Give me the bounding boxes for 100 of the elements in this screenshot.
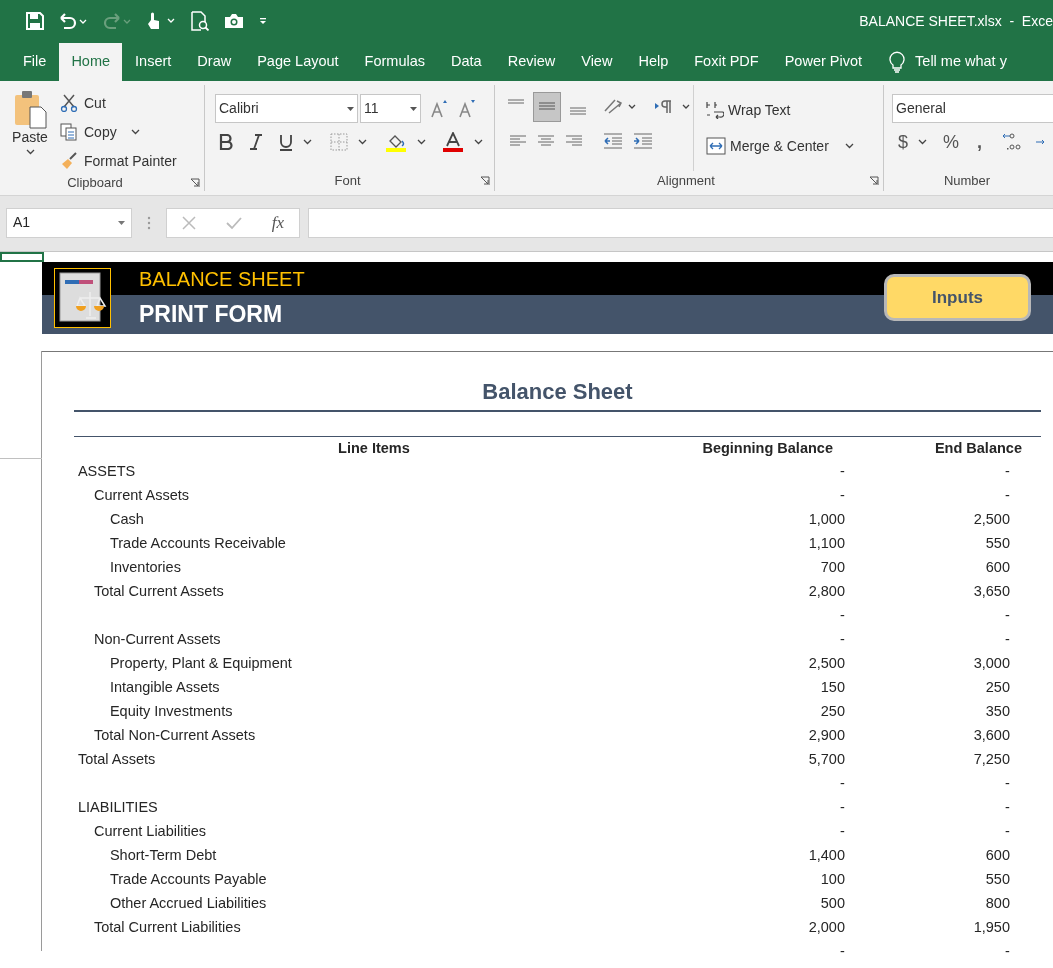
beginning-balance-cell-text: - <box>839 798 845 818</box>
end-balance-cell-text: 550 <box>984 534 1010 554</box>
beginning-balance-cell-text: 500 <box>819 894 845 914</box>
beginning-balance-cell-text: 2,800 <box>807 582 845 602</box>
group-label: Number <box>942 172 992 190</box>
bold-icon[interactable] <box>219 134 233 150</box>
selected-cell[interactable] <box>0 252 44 262</box>
line-item-label: Short-Term Debt <box>108 846 218 866</box>
caret-icon <box>844 143 854 149</box>
line-item-label: Current Assets <box>92 486 191 506</box>
customize-toolbar-icon[interactable] <box>258 16 268 26</box>
name-box[interactable]: A1 <box>6 207 132 238</box>
end-balance-cell-text: - <box>1004 606 1010 626</box>
end-balance-cell-text: 350 <box>984 702 1010 722</box>
font-size-dropdown[interactable]: 11 <box>360 94 421 123</box>
save-icon[interactable] <box>26 12 44 30</box>
ribbon-tab[interactable]: Draw <box>184 43 245 81</box>
inputs-button[interactable]: Inputs <box>884 274 1031 321</box>
wrap-text-button[interactable]: Wrap Text <box>706 97 854 123</box>
brush-icon <box>60 152 78 170</box>
currency-button[interactable]: $ <box>898 128 908 156</box>
cut-button[interactable]: Cut <box>60 91 177 115</box>
ribbon-tab[interactable]: Data <box>438 43 495 81</box>
check-icon[interactable] <box>225 215 242 230</box>
italic-icon[interactable] <box>249 134 263 150</box>
end-balance-cell-text: - <box>1004 462 1010 482</box>
number-format-dropdown[interactable]: General <box>892 94 1053 123</box>
beginning-balance-cell-text: 1,100 <box>807 534 845 554</box>
ribbon-tab[interactable]: Help <box>625 43 682 81</box>
beginning-balance-cell-text: 700 <box>819 558 845 578</box>
ribbon-tab[interactable]: View <box>568 43 626 81</box>
caret-icon[interactable] <box>417 139 426 145</box>
beginning-balance-cell-text: 1,400 <box>807 846 845 866</box>
banner-title: BALANCE SHEET <box>139 266 305 292</box>
line-item-label: Non-Current Assets <box>92 630 222 650</box>
font-color-icon[interactable] <box>442 132 464 152</box>
caret-icon[interactable] <box>474 139 483 145</box>
caret-icon <box>130 129 140 135</box>
beginning-balance-cell-text: - <box>839 462 845 482</box>
dialog-launcher-icon[interactable] <box>480 176 490 186</box>
merge-center-button[interactable]: Merge & Center <box>706 133 854 159</box>
resize-handle-icon[interactable] <box>146 214 152 231</box>
beginning-balance-cell-text: 100 <box>819 870 845 890</box>
line-item-label: Total Current Assets <box>92 582 225 602</box>
tell-me-field[interactable]: Tell me what y <box>915 51 1007 73</box>
window-title: BALANCE SHEET.xlsx - Exce <box>859 11 1053 31</box>
caret-icon[interactable] <box>303 139 312 145</box>
dialog-launcher-icon[interactable] <box>190 177 200 188</box>
ribbon-tab[interactable]: Insert <box>122 43 185 81</box>
caret-icon[interactable] <box>918 139 927 145</box>
touch-mode-icon[interactable] <box>146 11 176 31</box>
beginning-balance-cell-text: 2,500 <box>807 654 845 674</box>
beginning-balance-cell-text: 150 <box>819 678 845 698</box>
print-preview-icon[interactable] <box>190 11 210 31</box>
line-item-label: Intangible Assets <box>108 678 221 698</box>
line-item-label: Trade Accounts Receivable <box>108 534 287 554</box>
beginning-balance-cell-text: 1,000 <box>807 510 845 530</box>
ribbon-tab[interactable]: Formulas <box>351 43 439 81</box>
paste-icon <box>12 89 48 129</box>
copy-button[interactable]: Copy <box>60 120 177 144</box>
beginning-balance-cell-text: 250 <box>819 702 845 722</box>
decrease-indent-icon[interactable] <box>603 133 623 149</box>
caret-icon[interactable] <box>358 139 367 145</box>
end-balance-cell-text: - <box>1004 798 1010 818</box>
caret-icon <box>410 106 417 111</box>
end-balance-cell-text: - <box>1004 942 1010 962</box>
line-item-label: Total Assets <box>76 750 157 770</box>
ribbon-tab[interactable]: Page Layout <box>244 43 352 81</box>
paste-button[interactable]: Paste <box>0 87 60 173</box>
line-item-label: Cash <box>108 510 145 530</box>
underline-icon[interactable] <box>279 133 293 151</box>
beginning-balance-cell-text: - <box>839 486 845 506</box>
column-header: Beginning Balance <box>701 439 834 459</box>
ribbon-tab[interactable]: Home <box>59 43 123 81</box>
end-balance-cell-text: 550 <box>984 870 1010 890</box>
lightbulb-icon[interactable] <box>889 51 906 73</box>
ribbon-tab[interactable]: Power Pivot <box>771 43 876 81</box>
wrap-text-icon <box>706 101 724 119</box>
group-label: Alignment <box>656 172 716 191</box>
end-balance-cell-text: 600 <box>984 846 1010 866</box>
dialog-launcher-icon[interactable] <box>869 176 879 186</box>
beginning-balance-cell-text: - <box>839 942 845 962</box>
copy-icon <box>60 123 78 141</box>
increase-indent-icon[interactable] <box>633 133 653 149</box>
beginning-balance-cell-text: 2,900 <box>807 726 845 746</box>
ribbon-tab[interactable]: Review <box>494 43 569 81</box>
formula-input[interactable] <box>308 207 1053 238</box>
font-name-dropdown[interactable]: Calibri <box>215 94 358 123</box>
camera-icon[interactable] <box>224 13 244 29</box>
end-balance-cell-text: - <box>1004 774 1010 794</box>
line-item-label: Total Non-Current Assets <box>92 726 257 746</box>
insert-function-button[interactable]: fx <box>271 209 285 236</box>
ribbon-tab[interactable]: File <box>10 43 60 81</box>
end-balance-cell-text: 7,250 <box>972 750 1010 770</box>
column-header: Line Items <box>337 439 411 459</box>
format-painter-button[interactable]: Format Painter <box>60 149 177 173</box>
undo-icon[interactable] <box>58 12 88 30</box>
ribbon-tab[interactable]: Foxit PDF <box>681 43 772 81</box>
percent-button[interactable]: % <box>943 128 960 156</box>
comma-button[interactable]: , <box>977 128 983 156</box>
